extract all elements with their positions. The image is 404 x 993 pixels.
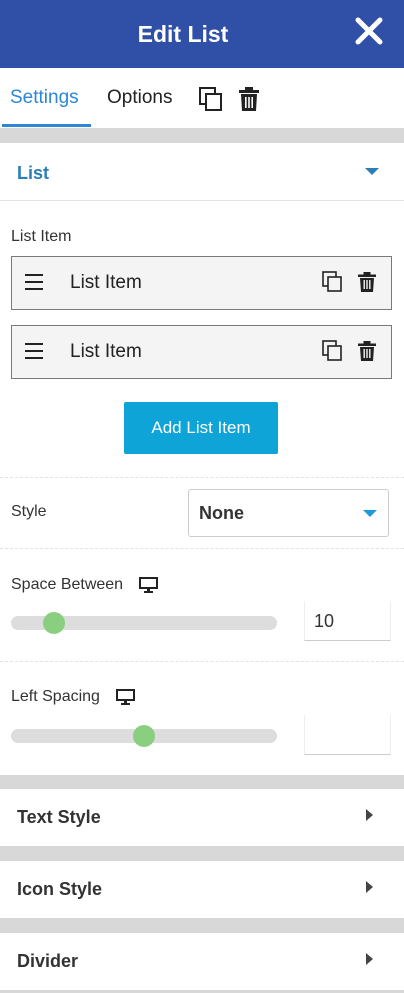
style-select[interactable]: None (188, 489, 389, 537)
section-gap (0, 128, 404, 143)
list-item-label: List Item (11, 228, 72, 245)
list-item-row[interactable]: List Item (11, 325, 392, 379)
style-label: Style (11, 503, 47, 520)
duplicate-icon[interactable] (322, 271, 344, 293)
section-title-divider: Divider (17, 951, 79, 971)
caret-right-icon (366, 953, 373, 965)
duplicate-icon[interactable] (198, 86, 224, 112)
slider-thumb[interactable] (42, 612, 65, 634)
chevron-down-icon (363, 510, 377, 517)
list-item-row-label: List Item (70, 272, 142, 293)
list-item-row[interactable]: List Item (11, 256, 392, 310)
monitor-icon[interactable] (116, 689, 135, 705)
trash-icon[interactable] (356, 340, 378, 362)
caret-right-icon (366, 809, 373, 821)
tab-bar: Settings Options (0, 68, 404, 128)
left-spacing-slider[interactable] (11, 725, 277, 747)
section-icon-style[interactable]: Icon Style (0, 861, 404, 918)
divider (0, 661, 404, 662)
list-section: List List Item List Item List Item (0, 143, 404, 775)
left-spacing-input[interactable] (304, 715, 391, 755)
list-item-row-label: List Item (70, 341, 142, 362)
section-title-list[interactable]: List (17, 163, 49, 184)
tab-settings[interactable]: Settings (10, 68, 79, 128)
space-between-label: Space Between (11, 576, 124, 593)
add-list-item-button[interactable]: Add List Item (124, 402, 278, 454)
drag-handle-icon[interactable] (25, 343, 43, 359)
active-tab-indicator (2, 124, 91, 127)
space-between-slider[interactable] (11, 612, 277, 634)
divider (0, 477, 404, 478)
close-icon[interactable] (354, 16, 384, 46)
style-select-value: None (199, 503, 244, 523)
caret-down-icon[interactable] (365, 168, 379, 175)
panel-title: Edit List (137, 21, 229, 47)
space-between-input[interactable]: 10 (304, 601, 391, 641)
section-divider[interactable]: Divider (0, 933, 404, 990)
left-spacing-label: Left Spacing (11, 688, 100, 705)
trash-icon[interactable] (356, 271, 378, 293)
section-text-style[interactable]: Text Style (0, 789, 404, 846)
trash-icon[interactable] (236, 86, 262, 112)
section-gap (0, 775, 404, 789)
panel-header: Edit List (0, 0, 404, 68)
divider (0, 200, 404, 201)
tab-options[interactable]: Options (107, 68, 172, 128)
caret-right-icon (366, 881, 373, 893)
section-gap (0, 846, 404, 861)
section-title-icon-style: Icon Style (17, 879, 103, 899)
section-gap (0, 918, 404, 933)
drag-handle-icon[interactable] (25, 274, 43, 290)
divider (0, 548, 404, 549)
slider-thumb[interactable] (133, 725, 155, 747)
monitor-icon[interactable] (139, 577, 158, 593)
duplicate-icon[interactable] (322, 340, 344, 362)
section-title-text-style: Text Style (17, 807, 101, 827)
